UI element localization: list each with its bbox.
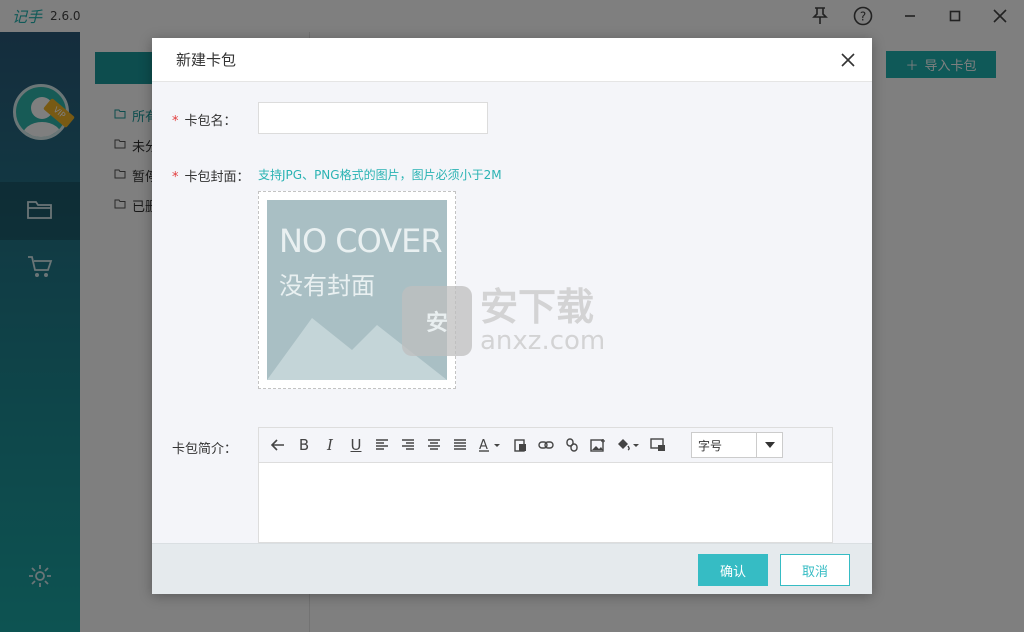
dialog-close-icon[interactable] bbox=[836, 48, 860, 72]
bold-icon[interactable]: B bbox=[291, 432, 317, 458]
unlink-icon[interactable] bbox=[559, 432, 585, 458]
source-code-icon[interactable] bbox=[645, 432, 671, 458]
font-size-select[interactable]: 字号 bbox=[691, 432, 783, 458]
align-left-icon[interactable] bbox=[369, 432, 395, 458]
watermark: 安 安下载 anxz.com bbox=[402, 286, 605, 356]
italic-icon[interactable]: I bbox=[317, 432, 343, 458]
watermark-en: anxz.com bbox=[480, 326, 606, 356]
dialog-header: 新建卡包 bbox=[152, 38, 872, 82]
confirm-button[interactable]: 确认 bbox=[698, 554, 768, 586]
align-center-icon[interactable] bbox=[421, 432, 447, 458]
align-right-icon[interactable] bbox=[395, 432, 421, 458]
intro-editor[interactable] bbox=[258, 463, 833, 543]
undo-icon[interactable] bbox=[265, 432, 291, 458]
cover-hint: 支持JPG、PNG格式的图片，图片必须小于2M bbox=[258, 168, 502, 182]
font-color-icon[interactable]: A bbox=[473, 432, 507, 458]
fill-color-icon[interactable] bbox=[611, 432, 645, 458]
name-input[interactable] bbox=[258, 102, 488, 134]
align-justify-icon[interactable] bbox=[447, 432, 473, 458]
link-icon[interactable] bbox=[533, 432, 559, 458]
editor-toolbar: B I U A 字号 bbox=[258, 427, 833, 463]
name-label: * 卡包名： bbox=[172, 114, 237, 129]
svg-text:A: A bbox=[479, 438, 488, 452]
font-size-placeholder: 字号 bbox=[698, 438, 723, 453]
cover-label: * 卡包封面： bbox=[172, 170, 250, 185]
underline-icon[interactable]: U bbox=[343, 432, 369, 458]
dialog-title: 新建卡包 bbox=[176, 51, 237, 69]
watermark-text: 安下载 anxz.com bbox=[480, 287, 605, 355]
cancel-button[interactable]: 取消 bbox=[780, 554, 850, 586]
watermark-cn: 安下载 bbox=[480, 285, 595, 329]
cover-text-cn: 没有封面 bbox=[279, 272, 375, 300]
chevron-down-icon bbox=[756, 433, 782, 457]
dialog-footer: 确认 取消 bbox=[152, 543, 872, 594]
paste-icon[interactable] bbox=[507, 432, 533, 458]
intro-label: 卡包简介： bbox=[172, 442, 238, 457]
watermark-shield-icon: 安 bbox=[402, 286, 472, 356]
required-mark: * bbox=[172, 114, 179, 129]
cover-text-en: NO COVER bbox=[279, 222, 443, 260]
required-mark: * bbox=[172, 170, 179, 185]
image-icon[interactable] bbox=[585, 432, 611, 458]
